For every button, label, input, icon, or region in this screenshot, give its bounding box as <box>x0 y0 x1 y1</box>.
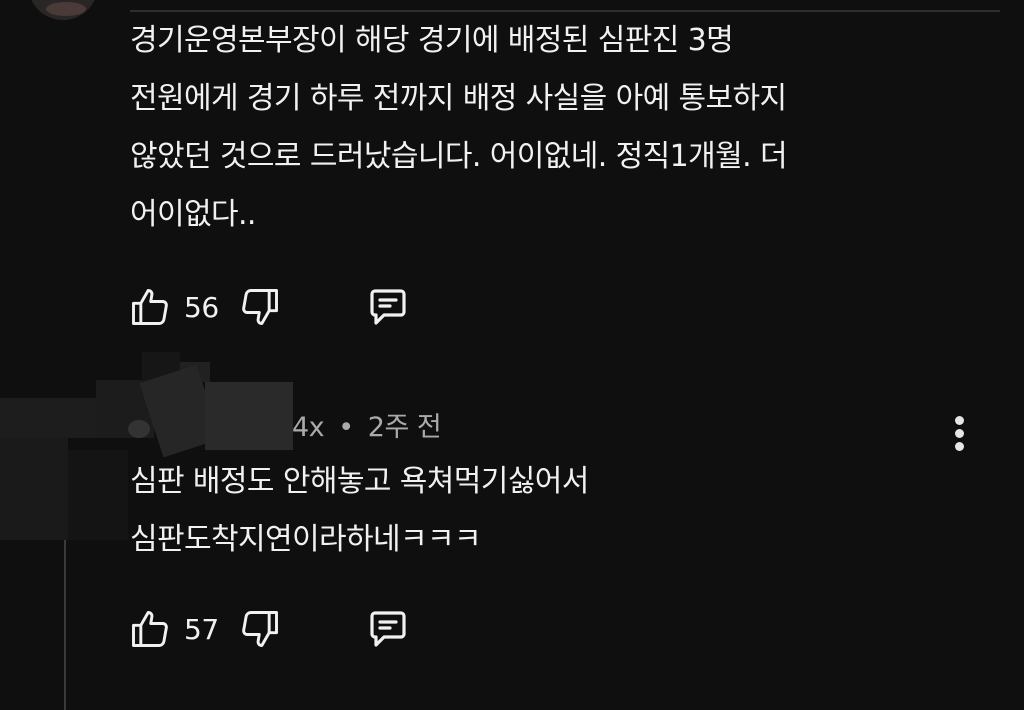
like-button[interactable]: 56 <box>128 285 238 329</box>
thumbs-down-icon <box>242 611 278 647</box>
comment-actions: 56 <box>128 285 412 329</box>
author-handle[interactable]: 4x <box>292 412 325 443</box>
comment-meta: 4x • 2주 전 <box>292 405 442 444</box>
comment-text: 경기운영본부장이 해당 경기에 배정된 심판진 3명 전원에게 경기 하루 전까… <box>130 12 950 244</box>
thumbs-up-icon <box>132 289 168 325</box>
avatar[interactable] <box>28 0 98 20</box>
censor-mosaic <box>205 382 293 450</box>
comment-text-line: 심판 배정도 안해놓고 욕쳐먹기싫어서 <box>130 464 589 499</box>
more-button[interactable] <box>946 412 974 456</box>
comment-actions: 57 <box>128 607 412 651</box>
censor-mosaic <box>0 398 96 438</box>
dislike-button[interactable] <box>238 607 364 651</box>
thumbs-down-icon <box>242 289 278 325</box>
more-vert-icon <box>955 429 964 438</box>
like-count: 57 <box>184 612 219 646</box>
comment-text-line: 않았던 것으로 드러났습니다. 어이없네. 정직1개월. 더 <box>130 139 788 174</box>
like-button[interactable]: 57 <box>128 607 238 651</box>
reply-comment-icon <box>370 611 406 647</box>
comment-text-line: 경기운영본부장이 해당 경기에 배정된 심판진 3명 <box>130 23 734 58</box>
reply-button[interactable] <box>364 605 412 653</box>
comment-text-line: 전원에게 경기 하루 전까지 배정 사실을 아예 통보하지 <box>130 81 787 116</box>
like-count: 56 <box>184 290 219 324</box>
comment-text-line: 어이없다.. <box>130 197 256 232</box>
comment-text-line: 심판도착지연이라하네ㅋㅋㅋ <box>130 522 482 557</box>
censor-mosaic <box>128 420 150 438</box>
censor-mosaic <box>68 450 128 540</box>
more-vert-icon <box>955 416 964 425</box>
reply-button[interactable] <box>364 283 412 331</box>
thumbs-up-icon <box>132 611 168 647</box>
more-vert-icon <box>955 442 964 451</box>
timestamp[interactable]: 2주 전 <box>368 412 442 443</box>
censor-mosaic <box>0 438 68 540</box>
thread-line <box>64 540 66 710</box>
meta-separator: • <box>338 412 354 443</box>
reply-comment-icon <box>370 289 406 325</box>
comment-text: 심판 배정도 안해놓고 욕쳐먹기싫어서 심판도착지연이라하네ㅋㅋㅋ <box>130 453 950 569</box>
dislike-button[interactable] <box>238 285 364 329</box>
